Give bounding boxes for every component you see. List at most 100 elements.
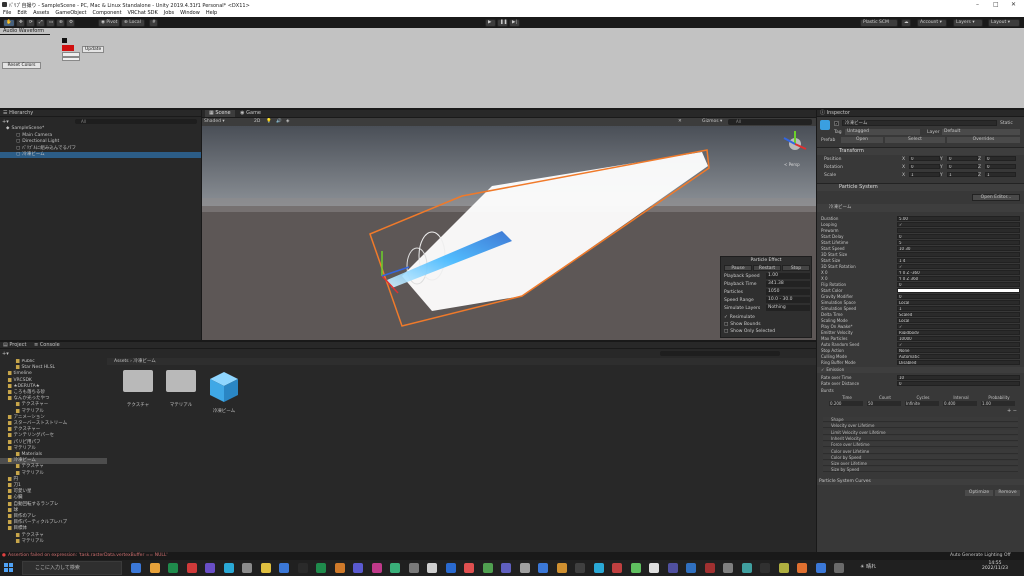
custom-tool-icon[interactable]: ⚙ [66, 19, 75, 27]
scale-tool-icon[interactable]: ⤢ [36, 19, 45, 27]
optimize-button[interactable]: Optimize [965, 490, 993, 496]
tab-project[interactable]: ▤ Project [3, 342, 32, 348]
burst-value-field[interactable]: 1.00 [981, 401, 1015, 406]
taskbar-app-icon[interactable] [149, 563, 160, 573]
ps-module-size-by-speed[interactable]: Size by Speed [823, 467, 1018, 473]
taskbar-app-icon[interactable] [168, 563, 178, 573]
prefab-select-button[interactable]: Select [885, 137, 945, 143]
play-button[interactable]: ▶ [485, 19, 496, 27]
status-error-message[interactable]: Assertion failed on expression: 'task.ra… [8, 553, 168, 558]
pause-effect-button[interactable]: Pause [724, 265, 752, 271]
ps-prop-field[interactable]: Local [897, 300, 1020, 305]
ps-prop-field[interactable]: Local [897, 318, 1020, 323]
grid-snap-icon[interactable]: # [149, 19, 158, 27]
hierarchy-search-input[interactable]: All [75, 119, 197, 124]
taskbar-app-icon[interactable] [649, 563, 659, 573]
ps-prop-field[interactable]: 0 [897, 282, 1020, 287]
transform-z-field[interactable]: 0 [985, 164, 1016, 169]
transform-x-field[interactable]: 0 [909, 164, 940, 169]
project-folder-item[interactable]: ▆ マテリアル [0, 446, 107, 452]
taskbar-app-icon[interactable] [260, 563, 271, 573]
hierarchy-item[interactable]: ▢ Main Camera [0, 133, 201, 139]
auto-lighting-status[interactable]: Auto Generate Lighting Off [950, 553, 1011, 558]
ps-prop-field[interactable]: ✓ [897, 222, 1020, 227]
taskbar-app-icon[interactable] [186, 563, 197, 573]
ps-prop-field[interactable]: 0 [897, 234, 1020, 239]
ps-prop-field[interactable]: Scaled [897, 312, 1020, 317]
tag-dropdown[interactable]: Untagged [845, 129, 920, 135]
particle-effect-value[interactable]: 1.00 [766, 273, 810, 279]
menu-vrchat-sdk[interactable]: VRChat SDK [128, 10, 158, 17]
taskbar-app-icon[interactable] [205, 563, 215, 573]
taskbar-app-icon[interactable] [815, 563, 826, 573]
transform-x-field[interactable]: 0 [909, 156, 940, 161]
ps-module-color-by-speed[interactable]: Color by Speed [823, 454, 1018, 460]
taskbar-app-icon[interactable] [556, 563, 567, 573]
ps-prop-field[interactable]: 5 [897, 240, 1020, 245]
burst-add-remove-icon[interactable]: + − [1007, 408, 1017, 414]
effects-icon[interactable]: ◈ [286, 119, 289, 124]
project-folder-item[interactable]: ▆ timeline [0, 371, 107, 377]
taskbar-app-icon[interactable] [667, 563, 678, 573]
ps-prop-field[interactable]: 1 [897, 306, 1020, 311]
tab-scene[interactable]: ▦ Scene [205, 110, 235, 117]
windows-start-icon[interactable] [4, 563, 14, 573]
folder-item-material[interactable]: マテリアル [161, 370, 201, 408]
restart-effect-button[interactable]: Restart [753, 265, 781, 271]
ps-module-color-over-lifetime[interactable]: Color over Lifetime [823, 448, 1018, 454]
emission-module-header[interactable]: ✓ Emission [817, 367, 1024, 373]
persp-label[interactable]: < Persp [784, 162, 800, 167]
update-button[interactable]: Update [82, 46, 105, 53]
ps-prop-field[interactable]: 1 4 [897, 258, 1020, 263]
taskbar-app-icon[interactable] [612, 563, 622, 573]
taskbar-app-icon[interactable] [723, 563, 733, 573]
close-icon[interactable]: ✕ [1011, 1, 1016, 8]
transform-tool-icon[interactable]: ⊕ [56, 19, 65, 27]
project-folder-item[interactable]: ▆ 目標体 [0, 526, 107, 532]
ps-prop-field[interactable] [897, 252, 1020, 257]
taskbar-app-icon[interactable] [408, 563, 419, 573]
add-icon[interactable]: +▾ [2, 119, 10, 125]
taskbar-app-icon[interactable] [316, 563, 326, 573]
move-tool-icon[interactable]: ✥ [16, 19, 25, 27]
ps-prop-field[interactable]: ✓ [897, 264, 1020, 269]
transform-y-field[interactable]: 1 [947, 172, 978, 177]
burst-value-field[interactable]: 50 [867, 401, 901, 406]
step-button[interactable]: ▶| [509, 19, 520, 27]
breadcrumb-assets[interactable]: Assets [114, 359, 129, 364]
project-folder-item[interactable]: ▆ テンテリングパーセ [0, 433, 107, 439]
cloud-icon[interactable]: ☁ [901, 19, 911, 27]
taskbar-app-icon[interactable] [445, 563, 456, 573]
project-folder-item[interactable]: ▆ 円 [0, 477, 107, 483]
menu-edit[interactable]: Edit [17, 10, 27, 17]
hierarchy-tab[interactable]: ☰ Hierarchy [0, 110, 201, 117]
taskbar-app-icon[interactable] [223, 563, 234, 573]
taskbar-app-icon[interactable] [371, 563, 382, 573]
taskbar-app-icon[interactable] [834, 563, 844, 573]
project-folder-item[interactable]: ▆ マテリアル [0, 539, 107, 545]
lighting-icon[interactable]: 💡 [266, 119, 272, 124]
taskbar-app-icon[interactable] [630, 563, 641, 573]
transform-z-field[interactable]: 1 [985, 172, 1016, 177]
static-toggle[interactable]: Static [1000, 121, 1013, 126]
minimize-icon[interactable]: – [976, 1, 979, 8]
tools-icon[interactable]: ✕ [678, 119, 682, 124]
ps-prop-field[interactable]: Y 0 Z -360 [897, 270, 1020, 275]
layer-dropdown[interactable]: Default [942, 129, 1020, 135]
project-folder-item[interactable]: ▆ アニメーション [0, 415, 107, 421]
taskbar-app-icon[interactable] [427, 563, 437, 573]
particle-effect-value[interactable]: 1050 [766, 289, 810, 295]
menu-component[interactable]: Component [93, 10, 122, 17]
menu-gameobject[interactable]: GameObject [55, 10, 86, 17]
transform-y-field[interactable]: 0 [947, 156, 978, 161]
burst-value-field[interactable]: 0.400 [943, 401, 977, 406]
taskbar-app-icon[interactable] [334, 563, 345, 573]
hierarchy-item[interactable]: ◆ SampleScene* [0, 126, 201, 132]
burst-value-field[interactable]: 0.200 [829, 401, 863, 406]
menu-file[interactable]: File [3, 10, 11, 17]
ps-prop-field[interactable]: None [897, 348, 1020, 353]
taskbar-app-icon[interactable] [242, 563, 252, 573]
reset-colors-button[interactable]: Reset Colors [2, 62, 41, 69]
ps-module-force-over-lifetime[interactable]: Force over Lifetime [823, 442, 1018, 448]
particle-system-header[interactable]: Particle System [817, 183, 1024, 191]
